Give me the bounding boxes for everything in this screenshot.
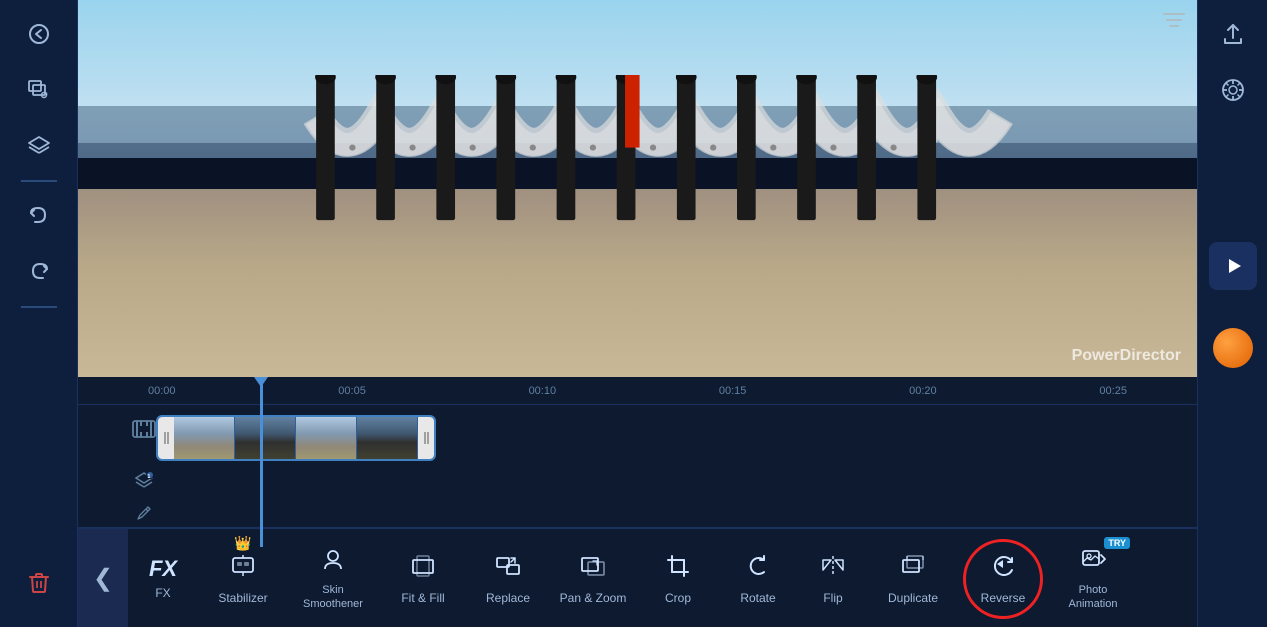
toolbar-item-reverse[interactable]: Reverse [958,529,1048,627]
ruler-mark-3: 00:15 [719,385,747,397]
toolbar-item-panzoom[interactable]: Pan & Zoom [548,529,638,627]
video-track[interactable] [156,413,1197,463]
skin-icon [319,545,347,580]
replace-icon [494,552,522,587]
sidebar-divider-2 [21,306,57,308]
orange-dot[interactable] [1213,328,1253,368]
main-content: PowerDirector 00:00 00:05 00:10 00:15 00… [78,0,1197,627]
skin-label: SkinSmoothener [303,584,363,610]
toolbar-scroll-left[interactable]: ❮ [78,529,128,627]
duplicate-icon [899,552,927,587]
crop-icon [664,552,692,587]
crop-label: Crop [665,591,691,605]
media-music-icon[interactable] [15,66,63,114]
clip-handle-right[interactable] [418,417,434,459]
bottom-toolbar: ❮ FX FX 👑 [78,527,1197,627]
video-track-icon [130,415,158,443]
replace-label: Replace [486,591,530,605]
layer-track-icon: 1 [130,467,158,495]
panzoom-label: Pan & Zoom [560,591,627,605]
toolbar-item-photoanimation[interactable]: TRY PhotoAnimation [1048,529,1138,627]
watermark: PowerDirector [1072,347,1181,365]
play-button[interactable] [1209,242,1257,290]
timeline-area: 00:00 00:05 00:10 00:15 00:20 00:25 [78,377,1197,527]
settings-overlay-icon[interactable] [1163,12,1185,33]
clip-thumb-1 [174,417,235,459]
sidebar-divider-1 [21,180,57,182]
fx-label: FX [155,586,170,600]
toolbar-item-flip[interactable]: Flip [798,529,868,627]
timeline-tracks: 1 [78,405,1197,525]
redo-icon[interactable] [15,248,63,296]
video-preview: PowerDirector [78,0,1197,377]
ruler-mark-1: 00:05 [338,385,366,397]
crown-badge-stabilizer: 👑 [234,535,251,551]
toolbar-item-fitfill[interactable]: Fit & Fill [378,529,468,627]
ruler-mark-5: 00:25 [1099,385,1127,397]
stabilizer-icon [229,552,257,587]
fitfill-label: Fit & Fill [401,591,444,605]
clip-thumb-2 [235,417,296,459]
svg-text:1: 1 [148,474,151,480]
photoanimation-label: PhotoAnimation [1069,584,1118,610]
toolbar-item-rotate[interactable]: Rotate [718,529,798,627]
toolbar-item-skin[interactable]: SkinSmoothener [288,529,378,627]
ruler-mark-4: 00:20 [909,385,937,397]
ruler-mark-0: 00:00 [148,385,176,397]
layers-icon[interactable] [15,122,63,170]
timeline-ruler: 00:00 00:05 00:10 00:15 00:20 00:25 [78,377,1197,405]
clip-handle-left[interactable] [158,417,174,459]
toolbar-item-stabilizer[interactable]: 👑 Stabilizer [198,529,288,627]
playhead[interactable] [260,377,263,547]
undo-icon[interactable] [15,192,63,240]
duplicate-label: Duplicate [888,591,938,605]
toolbar-item-crop[interactable]: Crop [638,529,718,627]
toolbar-item-replace[interactable]: Replace [468,529,548,627]
toolbar-items: FX FX 👑 Stabilizer [128,529,1138,627]
video-clip[interactable] [156,415,436,461]
back-icon[interactable] [15,10,63,58]
fx-icon: FX [149,556,177,582]
flip-icon [819,552,847,587]
fence-svg [78,75,1197,282]
stabilizer-label: Stabilizer [218,591,267,605]
left-sidebar [0,0,78,627]
pen-track-icon [130,499,158,527]
photoanimation-icon [1079,545,1107,580]
fence-scene: PowerDirector [78,0,1197,377]
clip-thumbnails [174,417,418,459]
reverse-label: Reverse [981,591,1026,605]
flip-label: Flip [823,591,842,605]
fitfill-icon [409,552,437,587]
right-sidebar [1197,0,1267,627]
clip-thumb-3 [296,417,357,459]
help-settings-icon[interactable] [1209,66,1257,114]
toolbar-item-fx[interactable]: FX FX [128,529,198,627]
export-icon[interactable] [1209,10,1257,58]
toolbar-item-duplicate[interactable]: Duplicate [868,529,958,627]
try-badge: TRY [1104,533,1130,551]
panzoom-icon [579,552,607,587]
clip-thumb-4 [357,417,418,459]
reverse-icon [988,552,1018,587]
rotate-label: Rotate [740,591,775,605]
ruler-mark-2: 00:10 [529,385,557,397]
delete-icon[interactable] [15,559,63,607]
rotate-icon [744,552,772,587]
